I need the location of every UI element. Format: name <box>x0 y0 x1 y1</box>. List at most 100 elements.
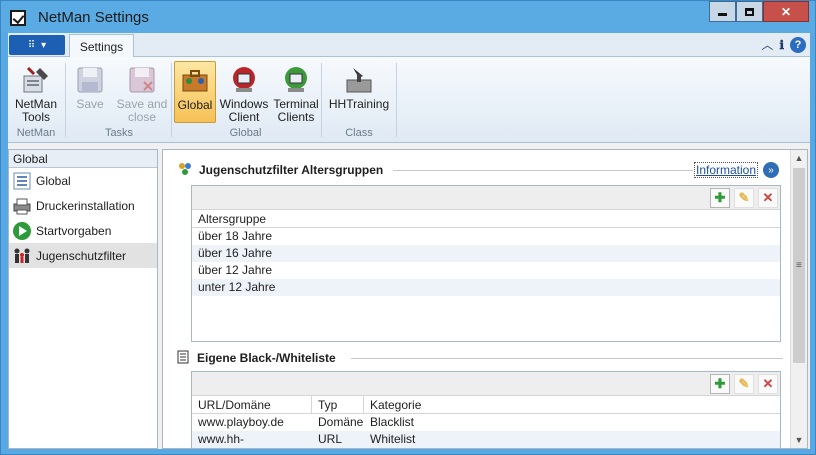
table-cell: über 12 Jahre <box>198 263 273 277</box>
main-content-panel[interactable]: Jugenschutzfilter Altersgruppen Informat… <box>162 149 808 449</box>
application-menu-button[interactable]: ⠿ ▾ <box>9 35 65 55</box>
edit-row-button[interactable]: ✎ <box>734 374 754 394</box>
close-button[interactable]: ✕ <box>763 1 809 22</box>
nav-item-druckerinstallation[interactable]: Druckerinstallation <box>9 193 157 218</box>
ribbon-group-tasks: Save Save and close Tasks <box>68 61 170 141</box>
add-row-button[interactable]: ✚ <box>710 374 730 394</box>
nav-item-label: Jugenschutzfilter <box>36 248 127 263</box>
table-row[interactable]: www.hh-software.com URL Whitelist <box>192 431 780 448</box>
table-row[interactable]: unter 12 Jahre <box>192 279 780 296</box>
ribbon-separator <box>65 63 66 137</box>
minimize-button[interactable] <box>709 1 736 22</box>
column-header-altersgruppe[interactable]: Altersgruppe <box>192 210 780 227</box>
delete-icon: ✕ <box>762 376 774 391</box>
table-cell: URL <box>318 432 343 446</box>
maximize-button[interactable] <box>736 1 763 22</box>
column-header-kategorie[interactable]: Kategorie <box>364 396 780 413</box>
maximize-icon <box>745 7 754 16</box>
window-title: NetMan Settings <box>38 9 149 26</box>
minimize-icon <box>718 13 727 16</box>
title-bar[interactable]: NetMan Settings ✕ <box>1 1 815 33</box>
collapse-section-icon[interactable]: » <box>763 162 779 178</box>
save-button[interactable]: Save <box>70 61 110 123</box>
table-cell: unter 12 Jahre <box>198 280 276 294</box>
scroll-grip-icon: ≡ <box>796 260 802 271</box>
table-row[interactable]: www.playboy.de Domäne Blacklist <box>192 414 780 431</box>
windows-client-button[interactable]: Windows Client <box>219 61 269 124</box>
table-cell: www.playboy.de <box>198 415 284 429</box>
column-header-url[interactable]: URL/Domäne <box>192 396 312 413</box>
checkbox-app-icon <box>10 10 26 26</box>
tab-settings[interactable]: Settings <box>69 34 134 58</box>
ribbon-group-label: NetMan <box>16 127 56 139</box>
scroll-up-icon[interactable]: ▲ <box>791 150 807 166</box>
ribbon-group-global: Global Windows Client Terminal Clients G… <box>173 61 320 141</box>
section-title: Eigene Black-/Whiteliste <box>197 351 336 365</box>
hhtraining-label: HHTraining <box>328 97 390 111</box>
nav-item-label: Druckerinstallation <box>36 198 135 213</box>
netman-tools-label: NetMan Tools <box>14 97 58 124</box>
pencil-icon: ✎ <box>738 190 750 205</box>
vertical-scrollbar[interactable]: ▲ ≡ ▼ <box>790 150 807 448</box>
table-cell: Domäne <box>318 415 364 429</box>
netman-tools-button[interactable]: NetMan Tools <box>12 61 60 124</box>
section-title: Jugenschutzfilter Altersgruppen <box>199 163 384 177</box>
chevron-down-icon: ▾ <box>41 39 47 51</box>
grid-header: Altersgruppe <box>192 210 780 228</box>
section-agegroups-header: Jugenschutzfilter Altersgruppen <box>177 160 383 180</box>
delete-icon: ✕ <box>762 190 774 205</box>
ribbon-separator <box>171 63 172 137</box>
table-row[interactable]: über 12 Jahre <box>192 262 780 279</box>
global-button[interactable]: Global <box>174 61 216 123</box>
global-label: Global <box>177 98 213 112</box>
windows-client-icon <box>228 64 260 96</box>
information-link[interactable]: Information <box>694 162 759 178</box>
family-icon <box>12 246 32 266</box>
terminal-clients-button[interactable]: Terminal Clients <box>272 61 320 124</box>
nav-item-global[interactable]: Global <box>9 168 157 193</box>
left-nav-header: Global <box>9 150 157 168</box>
ribbon-group-label: Global <box>229 127 262 139</box>
nav-item-startvorgaben[interactable]: Startvorgaben <box>9 218 157 243</box>
toolbox-icon <box>179 65 211 97</box>
group-icon <box>177 161 193 180</box>
floppy-disk-close-icon <box>126 64 158 96</box>
table-cell: Whitelist <box>370 432 416 446</box>
printer-icon <box>12 196 32 216</box>
info-icon[interactable]: ℹ <box>779 38 784 52</box>
table-cell: www.hh-software.com <box>198 432 245 446</box>
floppy-disk-icon <box>74 64 106 96</box>
save-and-close-button[interactable]: Save and close <box>114 61 170 124</box>
ribbon-separator <box>396 63 397 137</box>
ribbon-group-label: Tasks <box>104 127 134 139</box>
ribbon-group-class: HHTraining Class <box>324 61 394 141</box>
ribbon-group-label: Class <box>345 127 373 139</box>
scroll-down-icon[interactable]: ▼ <box>791 432 807 448</box>
nav-item-jugenschutzfilter[interactable]: Jugenschutzfilter <box>9 243 157 268</box>
section-blackwhitelist-header: Eigene Black-/Whiteliste <box>177 348 336 368</box>
add-icon: ✚ <box>714 376 726 391</box>
tools-icon <box>20 64 52 96</box>
help-icon[interactable]: ? <box>790 36 806 53</box>
grid-toolbar: ✚ ✎ ✕ <box>192 372 780 396</box>
column-header-typ[interactable]: Typ <box>312 396 364 413</box>
left-nav-panel: Global Global Druckerinstallation Startv… <box>8 149 158 449</box>
section-divider <box>393 170 693 171</box>
edit-row-button[interactable]: ✎ <box>734 188 754 208</box>
windows-client-label: Windows Client <box>219 97 269 124</box>
agegroups-grid: ✚ ✎ ✕ Altersgruppe über 18 Jahre über 16… <box>191 185 781 342</box>
close-icon: ✕ <box>780 4 792 19</box>
minimize-ribbon-icon[interactable]: ︿ <box>761 36 773 53</box>
table-cell: Blacklist <box>370 415 415 429</box>
table-cell: über 16 Jahre <box>198 246 273 260</box>
hhtraining-button[interactable]: HHTraining <box>326 61 392 123</box>
table-row[interactable]: über 16 Jahre <box>192 245 780 262</box>
delete-row-button[interactable]: ✕ <box>758 188 778 208</box>
delete-row-button[interactable]: ✕ <box>758 374 778 394</box>
add-icon: ✚ <box>714 190 726 205</box>
ribbon-separator <box>321 63 322 137</box>
table-row[interactable]: über 18 Jahre <box>192 228 780 245</box>
ribbon: NetMan Tools NetMan Save Save and close … <box>8 57 810 143</box>
grid-toolbar: ✚ ✎ ✕ <box>192 186 780 210</box>
add-row-button[interactable]: ✚ <box>710 188 730 208</box>
